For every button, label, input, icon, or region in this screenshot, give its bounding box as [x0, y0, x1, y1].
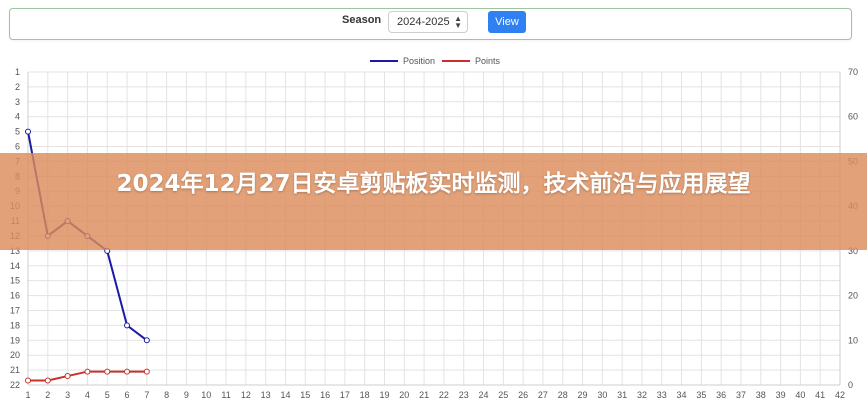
x-tick-label: 30 — [597, 390, 607, 400]
x-tick-label: 15 — [300, 390, 310, 400]
x-tick-label: 4 — [85, 390, 90, 400]
data-point-points — [44, 377, 51, 384]
x-tick-label: 20 — [399, 390, 409, 400]
x-tick-label: 36 — [716, 390, 726, 400]
view-button[interactable]: View — [488, 11, 526, 33]
y-left-tick-label: 2 — [15, 82, 20, 92]
data-point-position — [143, 337, 150, 344]
x-tick-label: 37 — [736, 390, 746, 400]
legend-label: Position — [403, 56, 435, 66]
x-tick-label: 35 — [696, 390, 706, 400]
x-tick-label: 39 — [776, 390, 786, 400]
y-left-tick-label: 18 — [10, 320, 20, 330]
x-tick-label: 41 — [815, 390, 825, 400]
x-tick-label: 34 — [677, 390, 687, 400]
x-tick-label: 3 — [65, 390, 70, 400]
y-left-tick-label: 17 — [10, 305, 20, 315]
y-left-tick-label: 16 — [10, 291, 20, 301]
y-left-tick-label: 15 — [10, 276, 20, 286]
x-tick-label: 33 — [657, 390, 667, 400]
x-tick-label: 26 — [518, 390, 528, 400]
data-point-points — [64, 373, 71, 380]
x-tick-label: 10 — [201, 390, 211, 400]
x-tick-label: 1 — [25, 390, 30, 400]
y-left-tick-label: 1 — [15, 67, 20, 77]
y-left-tick-label: 21 — [10, 365, 20, 375]
x-tick-label: 7 — [144, 390, 149, 400]
x-tick-label: 17 — [340, 390, 350, 400]
y-left-tick-label: 3 — [15, 97, 20, 107]
season-select-value: 2024-2025 — [397, 16, 450, 28]
x-tick-label: 28 — [558, 390, 568, 400]
y-right-tick-label: 0 — [848, 380, 853, 390]
x-tick-label: 9 — [184, 390, 189, 400]
y-right-tick-label: 70 — [848, 67, 858, 77]
season-label: Season — [342, 14, 382, 26]
x-tick-label: 42 — [835, 390, 845, 400]
x-tick-label: 5 — [105, 390, 110, 400]
x-tick-label: 38 — [756, 390, 766, 400]
x-tick-label: 18 — [360, 390, 370, 400]
y-right-tick-label: 10 — [848, 335, 858, 345]
x-tick-label: 16 — [320, 390, 330, 400]
y-right-tick-label: 20 — [848, 291, 858, 301]
x-tick-label: 32 — [637, 390, 647, 400]
y-left-tick-label: 4 — [15, 112, 20, 122]
x-tick-label: 21 — [419, 390, 429, 400]
data-point-points — [104, 368, 111, 375]
x-tick-label: 23 — [459, 390, 469, 400]
x-tick-label: 29 — [578, 390, 588, 400]
data-point-points — [25, 377, 31, 384]
x-tick-label: 22 — [439, 390, 449, 400]
y-left-tick-label: 6 — [15, 142, 20, 152]
x-tick-label: 25 — [498, 390, 508, 400]
x-tick-label: 40 — [795, 390, 805, 400]
x-tick-label: 31 — [617, 390, 627, 400]
legend-label: Points — [475, 56, 501, 66]
x-tick-label: 11 — [221, 390, 230, 400]
y-left-tick-label: 5 — [15, 127, 20, 137]
x-tick-label: 24 — [479, 390, 489, 400]
x-tick-label: 2 — [45, 390, 50, 400]
y-left-tick-label: 14 — [10, 261, 20, 271]
y-right-tick-label: 60 — [848, 112, 858, 122]
y-left-tick-label: 19 — [10, 335, 20, 345]
x-tick-label: 13 — [261, 390, 271, 400]
x-tick-label: 12 — [241, 390, 251, 400]
season-select[interactable]: 2024-2025 ▲ ▼ — [388, 11, 468, 33]
x-tick-label: 8 — [164, 390, 169, 400]
data-point-points — [84, 368, 91, 375]
x-tick-label: 14 — [280, 390, 290, 400]
x-tick-label: 19 — [379, 390, 389, 400]
y-left-tick-label: 20 — [10, 350, 20, 360]
x-tick-label: 6 — [125, 390, 130, 400]
headline-title: 2024年12月27日安卓剪贴板实时监测，技术前沿与应用展望 — [116, 171, 751, 197]
data-point-points — [124, 368, 131, 375]
chevron-up-down-icon: ▲ ▼ — [454, 14, 462, 30]
data-point-position — [25, 128, 31, 135]
x-tick-label: 27 — [538, 390, 548, 400]
y-left-tick-label: 22 — [10, 380, 20, 390]
data-point-points — [143, 368, 150, 375]
data-point-position — [124, 322, 131, 329]
